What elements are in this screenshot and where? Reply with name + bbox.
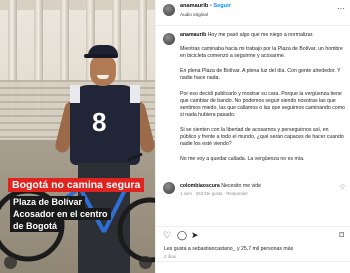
- comment-text: Necesito me vide: [221, 183, 262, 189]
- comment-line: colombiaoscura Necesito me vide: [180, 183, 261, 189]
- divider: [156, 261, 350, 262]
- overlay-line-3: de Bogotá: [10, 220, 60, 232]
- follow-button[interactable]: Seguir: [213, 3, 230, 9]
- comment-icon[interactable]: ◯: [177, 231, 187, 240]
- bookmark-icon[interactable]: ⌑: [339, 231, 344, 240]
- caption-avatar[interactable]: [163, 33, 175, 45]
- author-avatar[interactable]: [163, 4, 175, 16]
- caption-paragraph-1: Hoy me pasó algo que me niego a normaliz…: [207, 32, 314, 38]
- separator-dot: •: [209, 3, 212, 9]
- post-sidebar: anamaurib • Seguir Audio original ··· an…: [155, 0, 350, 273]
- instagram-post-window: 8 Bogotá no camina segura Plaza de Bolív…: [0, 0, 350, 273]
- post-date: 2 días: [164, 254, 176, 259]
- audio-label[interactable]: Audio original: [180, 12, 208, 17]
- video-panel[interactable]: 8 Bogotá no camina segura Plaza de Bolív…: [0, 0, 155, 273]
- overlay-title: Bogotá no camina segura: [8, 178, 145, 192]
- author-username[interactable]: anamaurib: [180, 3, 208, 9]
- heart-outline-icon[interactable]: ♡: [340, 184, 345, 191]
- comment-row: colombiaoscura Necesito me vide 1 sem · …: [156, 180, 350, 196]
- comment-username[interactable]: colombiaoscura: [180, 183, 220, 189]
- mute-icon[interactable]: [139, 256, 152, 269]
- caption-paragraph-6: No me voy a quedar callada. La vergüenza…: [180, 156, 305, 162]
- jersey-number: 8: [92, 107, 107, 137]
- overlay-line-2: Acosador en el centro: [10, 208, 111, 220]
- likes-text[interactable]: Les gusta a sebastiancastano_ y 25,7 mil…: [164, 246, 293, 252]
- caption-paragraph-5: Si se sienten con la libertad de acosarn…: [180, 127, 344, 147]
- share-icon[interactable]: ➤: [191, 231, 199, 240]
- caption-first-line: anamaurib Hoy me pasó algo que me niego …: [180, 32, 345, 39]
- caption-username[interactable]: anamaurib: [180, 32, 206, 38]
- action-bar: ♡ ◯ ➤ ⌑: [156, 226, 350, 240]
- overlay-line-1: Plaza de Bolívar: [10, 196, 86, 208]
- post-header: anamaurib • Seguir Audio original ···: [156, 0, 350, 26]
- caption-paragraph-2: Mientras caminaba hacia mi trabajo por l…: [180, 46, 343, 59]
- caption-paragraph-4: Por eso decidí publicarlo y mostrar su c…: [180, 91, 345, 118]
- heart-icon[interactable]: ♡: [163, 231, 171, 240]
- comment-meta[interactable]: 1 sem · 263 Me gusta · Responder: [180, 191, 248, 196]
- author-line: anamaurib • Seguir: [180, 3, 231, 9]
- tag-people-icon[interactable]: [4, 256, 17, 269]
- comment-avatar[interactable]: [163, 182, 175, 194]
- more-options-icon[interactable]: ···: [337, 4, 345, 13]
- caption-paragraph-3: En plena Plaza de Bolívar. A plena luz d…: [180, 68, 341, 81]
